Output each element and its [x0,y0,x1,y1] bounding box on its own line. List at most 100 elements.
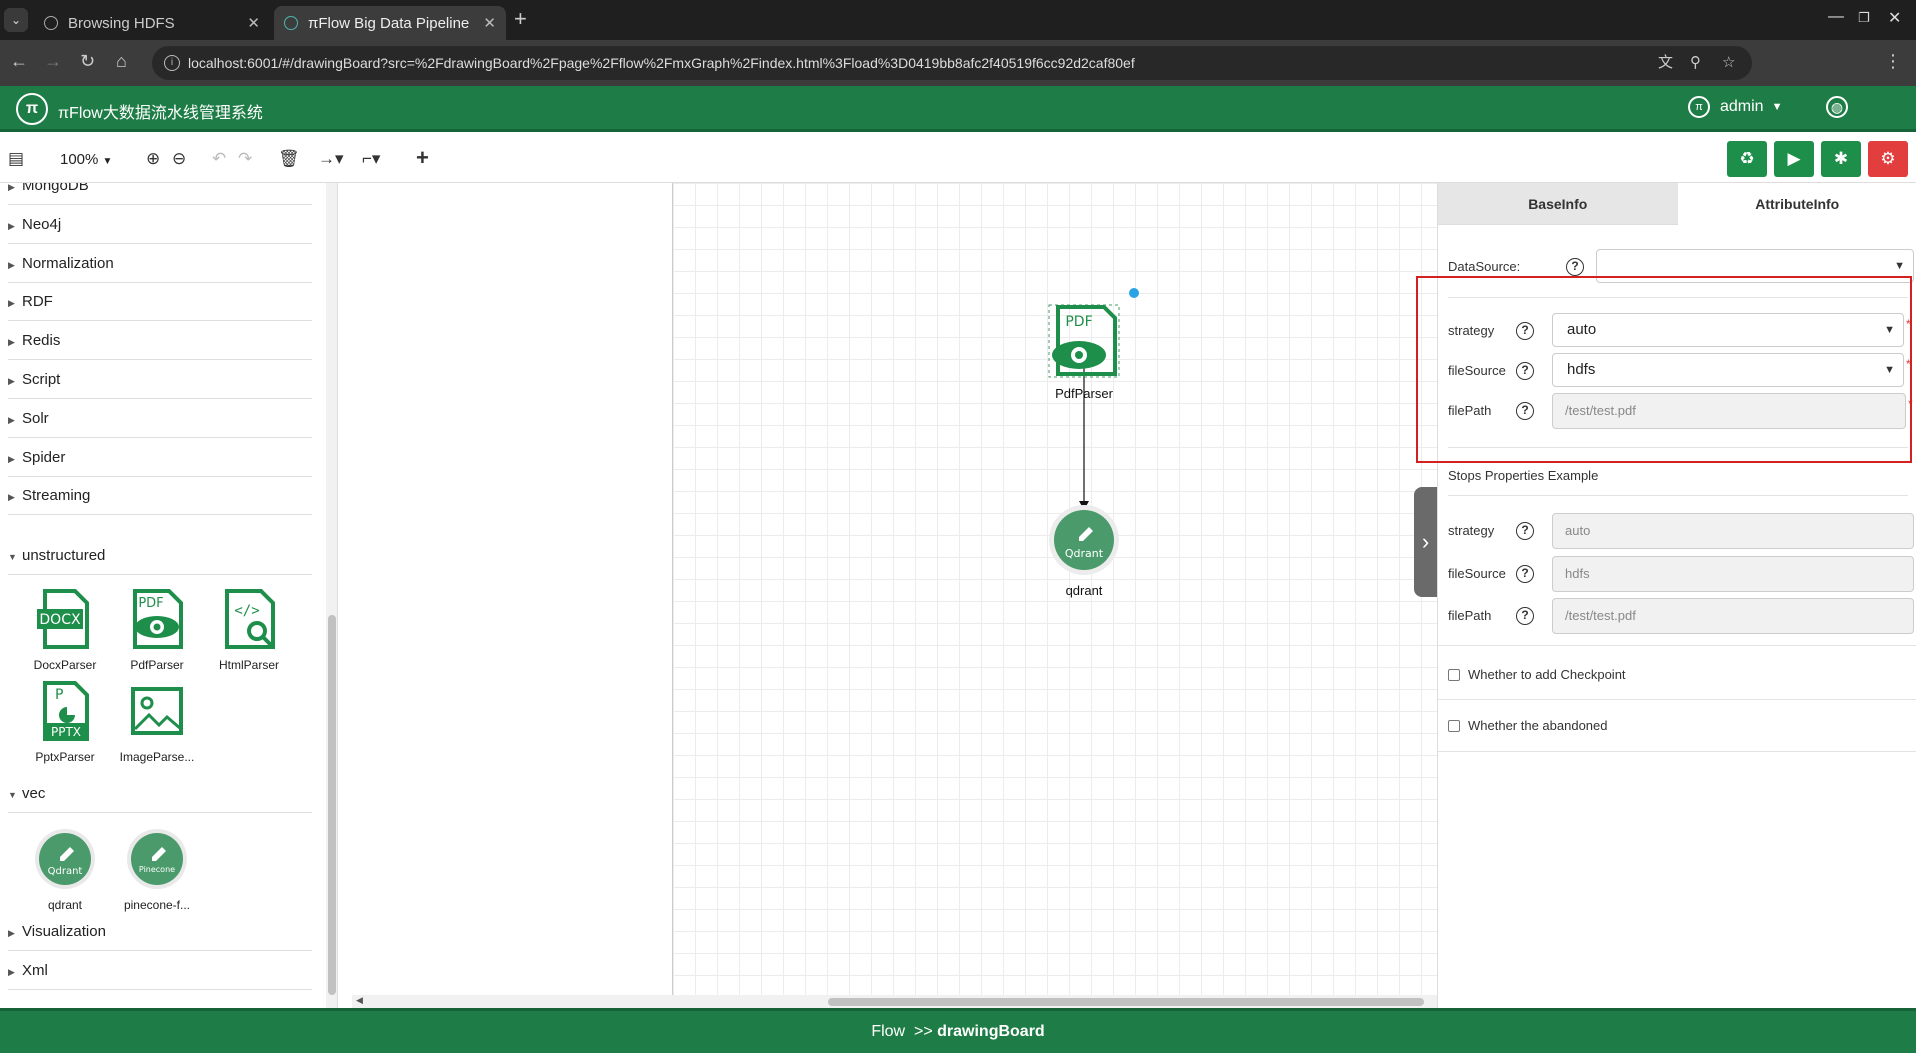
node-icon-text: PDF [1065,314,1092,330]
scroll-left-arrow-icon[interactable]: ◀ [356,995,363,1006]
category-mongodb[interactable]: ▶ MongoDB [8,183,312,205]
back-icon[interactable]: ← [10,51,28,72]
checkpoint-checkbox-row[interactable]: Whether to add Checkpoint [1448,667,1626,682]
toggle-panel-icon[interactable]: ▤ [8,149,24,169]
tab-baseinfo[interactable]: BaseInfo [1438,183,1678,225]
category-streaming[interactable]: ▶ Streaming [8,477,312,516]
palette-scrollbar[interactable] [326,183,337,1008]
close-window-icon[interactable]: ✕ [1888,8,1901,28]
example-strategy-row: strategy ? auto [1448,513,1914,549]
help-icon[interactable]: ? [1566,258,1584,276]
stencil-pdfparser[interactable]: PDF PdfParser [110,587,204,672]
language-globe-icon[interactable]: ◍ [1826,96,1848,118]
stencil-htmlparser[interactable]: </> HtmlParser [202,587,296,672]
category-solr[interactable]: ▶ Solr [8,400,312,438]
stencil-imageparser[interactable]: ImageParse... [110,679,204,764]
zoom-out-icon[interactable]: ⊖ [172,149,186,169]
insert-plus-icon[interactable]: + [416,145,429,171]
abandoned-checkbox-row[interactable]: Whether the abandoned [1448,718,1608,733]
redo-icon[interactable]: ↷ [238,149,252,169]
category-rdf[interactable]: ▶ RDF [8,283,312,322]
category-unstructured[interactable]: ▼ unstructured [8,537,312,575]
checkpoint-checkbox[interactable] [1448,668,1460,681]
category-label: Neo4j [22,215,62,233]
pdf-eye-icon: PDF [133,589,183,649]
chevron-right-icon: › [1421,529,1430,554]
help-icon[interactable]: ? [1516,522,1534,540]
run-button[interactable]: ▶ [1774,141,1814,177]
category-script[interactable]: ▶ Script [8,361,312,399]
divider [1438,751,1916,752]
qdrant-icon: Qdrant [35,829,95,889]
settings-gear-button[interactable]: ⚙ [1868,141,1908,177]
category-visualization[interactable]: ▶ Visualization [8,913,312,951]
user-avatar-icon: π [1688,96,1710,118]
connection-arrow-icon[interactable]: →▾ [318,149,344,169]
node-pdfparser[interactable]: PDF [1052,305,1117,376]
reload-icon[interactable]: ↻ [80,51,95,72]
browser-tab-piflow[interactable]: πFlow Big Data Pipeline ✕ [274,6,506,40]
category-normalization[interactable]: ▶ Normalization [8,245,312,283]
translate-icon[interactable]: 文 [1658,46,1673,80]
abandoned-checkbox[interactable] [1448,719,1460,732]
zoom-icon[interactable]: ⚲ [1690,46,1701,80]
connect-handle[interactable] [1129,288,1139,298]
scrollbar-thumb[interactable] [328,615,336,995]
flow-graph: PDF Qdrant [1048,288,1139,575]
stencil-label: HtmlParser [218,658,279,672]
tab-attributeinfo[interactable]: AttributeInfo [1678,183,1916,225]
pinecone-icon-text: Pinecone [139,865,175,874]
user-menu[interactable]: π admin ▼ [1688,96,1782,118]
node-icon-text: Qdrant [1065,547,1104,560]
category-neo4j[interactable]: ▶ Neo4j [8,206,312,244]
close-tab-icon[interactable]: ✕ [247,14,260,32]
category-xml[interactable]: ▶ Xml [8,952,312,990]
url-text: localhost:6001/#/drawingBoard?src=%2Fdra… [188,55,1135,71]
scrollbar-thumb[interactable] [828,998,1424,1006]
collapsed-arrow-icon: ▶ [8,414,15,425]
browser-tab-bar: ⌄ Browsing HDFS ✕ πFlow Big Data Pipelin… [0,0,1916,40]
collapse-panel-button[interactable]: › [1414,487,1437,597]
home-icon[interactable]: ⌂ [116,51,127,72]
example-filepath-row: filePath ? /test/test.pdf [1448,598,1914,634]
zoom-in-icon[interactable]: ⊕ [146,149,160,169]
recycle-button[interactable]: ♻ [1727,141,1767,177]
globe-icon [44,16,58,30]
stencil-pptxparser[interactable]: P PPTX PptxParser [18,679,112,764]
stencil-label: PptxParser [35,750,95,764]
url-bar[interactable]: i localhost:6001/#/drawingBoard?src=%2Fd… [152,46,1752,80]
category-spider[interactable]: ▶ Spider [8,439,312,477]
category-vec[interactable]: ▼ vec [8,775,312,813]
stencil-qdrant[interactable]: Qdrant qdrant [18,827,112,912]
divider [1438,645,1916,646]
divider [1438,699,1916,700]
browser-tab-hdfs[interactable]: Browsing HDFS ✕ [34,6,270,40]
tab-search-chevron-icon[interactable]: ⌄ [4,8,28,32]
user-name: admin [1720,98,1764,115]
field-label: filePath [1448,608,1492,623]
forward-icon[interactable]: → [44,51,62,72]
stencil-docxparser[interactable]: DOCX DocxParser [18,587,112,672]
help-icon[interactable]: ? [1516,607,1534,625]
minimize-icon[interactable]: — [1828,8,1844,26]
close-tab-icon[interactable]: ✕ [483,14,496,32]
canvas-horizontal-scrollbar[interactable]: ◀ [352,995,1437,1008]
site-info-icon[interactable]: i [164,55,180,71]
zoom-value: 100% [60,151,99,168]
waypoint-icon[interactable]: ⌐▾ [362,149,380,169]
undo-icon[interactable]: ↶ [212,149,226,169]
delete-trash-icon[interactable]: 🗑 [278,149,300,169]
help-icon[interactable]: ? [1516,565,1534,583]
category-redis[interactable]: ▶ Redis [8,322,312,361]
bookmark-star-icon[interactable]: ☆ [1722,46,1735,80]
new-tab-button[interactable]: + [514,6,527,32]
drawing-canvas[interactable]: PDF Qdrant PdfParser qdrant ◀ [352,183,1437,1008]
debug-bug-button[interactable]: ✱ [1821,141,1861,177]
zoom-select[interactable]: 100% ▼ [60,151,112,168]
node-qdrant[interactable]: Qdrant [1049,505,1119,575]
browser-menu-icon[interactable]: ⋮ [1884,51,1902,72]
example-filesource-value: hdfs [1552,556,1914,592]
stencil-pinecone[interactable]: Pinecone pinecone-f... [110,827,204,912]
restore-icon[interactable]: ❐ [1858,10,1870,26]
collapsed-arrow-icon: ▶ [8,928,15,938]
